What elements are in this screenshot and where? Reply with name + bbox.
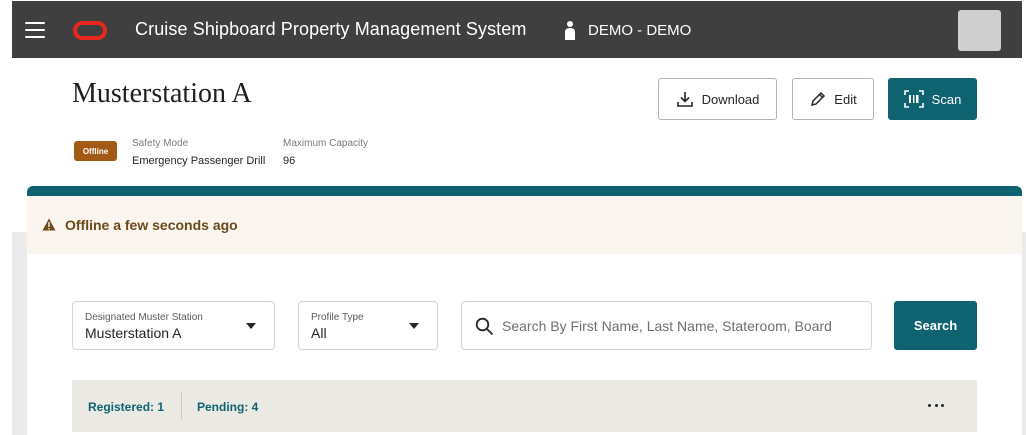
download-button[interactable]: Download — [658, 78, 777, 120]
pencil-icon — [811, 91, 826, 106]
muster-station-select[interactable]: Designated Muster Station Musterstation … — [72, 301, 275, 350]
top-bar: Cruise Shipboard Property Management Sys… — [12, 1, 1022, 58]
avatar[interactable] — [958, 10, 1001, 51]
edit-button[interactable]: Edit — [792, 78, 874, 120]
max-capacity-value: 96 — [283, 155, 296, 167]
summary-bar: Registered: 1 Pending: 4 — [72, 380, 977, 432]
registered-count[interactable]: Registered: 1 — [88, 400, 164, 414]
muster-station-value: Musterstation A — [85, 325, 182, 341]
search-button[interactable]: Search — [894, 301, 977, 350]
page-title: Musterstation A — [72, 78, 252, 109]
scan-button[interactable]: Scan — [888, 78, 977, 120]
muster-station-label: Designated Muster Station — [85, 312, 203, 323]
scan-label: Scan — [931, 91, 962, 107]
oracle-logo-icon — [73, 21, 107, 40]
chevron-down-icon — [246, 323, 256, 329]
profile-type-value: All — [311, 325, 327, 341]
app-title: Cruise Shipboard Property Management Sys… — [135, 19, 527, 39]
more-horizontal-icon[interactable] — [924, 396, 948, 414]
user-icon — [565, 21, 575, 40]
max-capacity-label: Maximum Capacity — [283, 138, 369, 149]
safety-mode-label: Safety Mode — [132, 138, 189, 149]
pending-count[interactable]: Pending: 4 — [197, 400, 258, 414]
profile-type-label: Profile Type — [311, 312, 364, 323]
edit-label: Edit — [834, 91, 857, 107]
warning-icon — [42, 218, 56, 231]
download-icon — [676, 92, 693, 107]
summary-divider — [181, 392, 182, 420]
profile-type-select[interactable]: Profile Type All — [298, 301, 438, 350]
safety-mode-value: Emergency Passenger Drill — [132, 155, 266, 167]
search-icon — [475, 317, 494, 336]
status-badge: Offline — [74, 141, 117, 161]
search-box — [461, 301, 872, 350]
search-input[interactable] — [502, 315, 862, 337]
download-label: Download — [701, 91, 760, 107]
barcode-scan-icon — [903, 90, 924, 108]
offline-banner-text: Offline a few seconds ago — [65, 217, 238, 233]
user-label[interactable]: DEMO - DEMO — [588, 22, 691, 39]
hamburger-menu-icon[interactable] — [25, 22, 45, 38]
chevron-down-icon — [409, 323, 419, 329]
